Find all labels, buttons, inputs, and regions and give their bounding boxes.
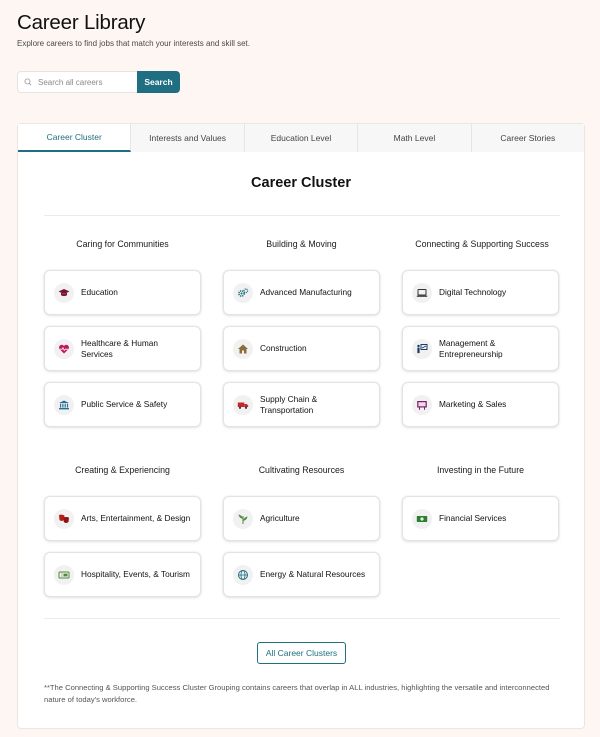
cluster-label: Digital Technology [439, 287, 507, 297]
group-heading-connecting: Connecting & Supporting Success [415, 239, 549, 249]
cluster-label: Construction [260, 343, 307, 353]
tab-interests-and-values[interactable]: Interests and Values [131, 124, 245, 152]
cluster-card-arts[interactable]: Arts, Entertainment, & Design [44, 496, 201, 541]
cluster-card-education[interactable]: Education [44, 270, 201, 315]
top-divider [44, 215, 560, 216]
cluster-card-energy[interactable]: Energy & Natural Resources [223, 552, 380, 597]
cluster-card-agriculture[interactable]: Agriculture [223, 496, 380, 541]
tab-education-level[interactable]: Education Level [244, 124, 359, 152]
tab-bar: Career Cluster Interests and Values Educ… [18, 124, 585, 152]
tab-math-level[interactable]: Math Level [358, 124, 472, 152]
truck-icon [233, 394, 253, 415]
cluster-label: Agriculture [260, 513, 300, 523]
cluster-card-supply-chain[interactable]: Supply Chain & Transportation [223, 382, 380, 427]
cluster-label: Management & Entrepreneurship [439, 337, 503, 359]
career-panel: Career Cluster Interests and Values Educ… [17, 123, 585, 729]
cluster-card-construction[interactable]: Construction [223, 326, 380, 371]
cluster-label: Energy & Natural Resources [260, 569, 366, 579]
search-icon [24, 78, 32, 86]
group-heading-cultivating: Cultivating Resources [258, 465, 345, 475]
heart-pulse-icon [54, 338, 74, 359]
cluster-card-marketing[interactable]: Marketing & Sales [402, 382, 559, 427]
laptop-icon [412, 282, 432, 303]
cluster-label: Healthcare & Human Services [81, 337, 159, 359]
billboard-icon [412, 394, 432, 415]
government-building-icon [54, 394, 74, 415]
cluster-label: Marketing & Sales [439, 399, 507, 409]
presentation-icon [412, 338, 432, 359]
search-box[interactable] [17, 71, 137, 93]
search-input[interactable] [38, 77, 134, 87]
cluster-label: Supply Chain & Transportation [260, 393, 318, 415]
group-heading-creating: Creating & Experiencing [75, 465, 170, 475]
cluster-label: Advanced Manufacturing [260, 287, 352, 297]
house-icon [233, 338, 253, 359]
group-heading-caring: Caring for Communities [76, 239, 169, 249]
group-heading-building: Building & Moving [266, 239, 337, 249]
cluster-label: Education [81, 287, 118, 297]
search-button[interactable]: Search [137, 71, 180, 93]
cluster-card-hospitality[interactable]: Hospitality, Events, & Tourism [44, 552, 201, 597]
cluster-card-management[interactable]: Management & Entrepreneurship [402, 326, 559, 371]
section-title: Career Cluster [251, 175, 351, 191]
plant-icon [233, 508, 253, 529]
page-title: Career Library [17, 11, 146, 34]
cluster-card-digital-technology[interactable]: Digital Technology [402, 270, 559, 315]
cluster-label: Financial Services [439, 513, 507, 523]
cluster-label: Arts, Entertainment, & Design [81, 513, 191, 523]
cluster-card-public-service[interactable]: Public Service & Safety [44, 382, 201, 427]
cluster-card-advanced-manufacturing[interactable]: Advanced Manufacturing [223, 270, 380, 315]
group-heading-investing: Investing in the Future [436, 465, 525, 475]
bottom-divider [44, 618, 560, 619]
cluster-label: Public Service & Safety [81, 399, 168, 409]
graduation-cap-icon [54, 282, 74, 303]
tab-career-stories[interactable]: Career Stories [471, 124, 585, 152]
page-subtitle: Explore careers to find jobs that match … [17, 39, 250, 48]
theater-masks-icon [54, 508, 74, 529]
globe-leaf-icon [233, 564, 253, 585]
ticket-icon [54, 564, 74, 585]
all-career-clusters-button[interactable]: All Career Clusters [257, 642, 346, 664]
footnote: **The Connecting & Supporting Success Cl… [44, 683, 550, 704]
cluster-card-financial-services[interactable]: Financial Services [402, 496, 559, 541]
cluster-label: Hospitality, Events, & Tourism [81, 569, 190, 579]
tab-career-cluster[interactable]: Career Cluster [18, 124, 132, 152]
cluster-card-healthcare[interactable]: Healthcare & Human Services [44, 326, 201, 371]
money-bills-icon [412, 508, 432, 529]
gears-icon [233, 282, 253, 303]
